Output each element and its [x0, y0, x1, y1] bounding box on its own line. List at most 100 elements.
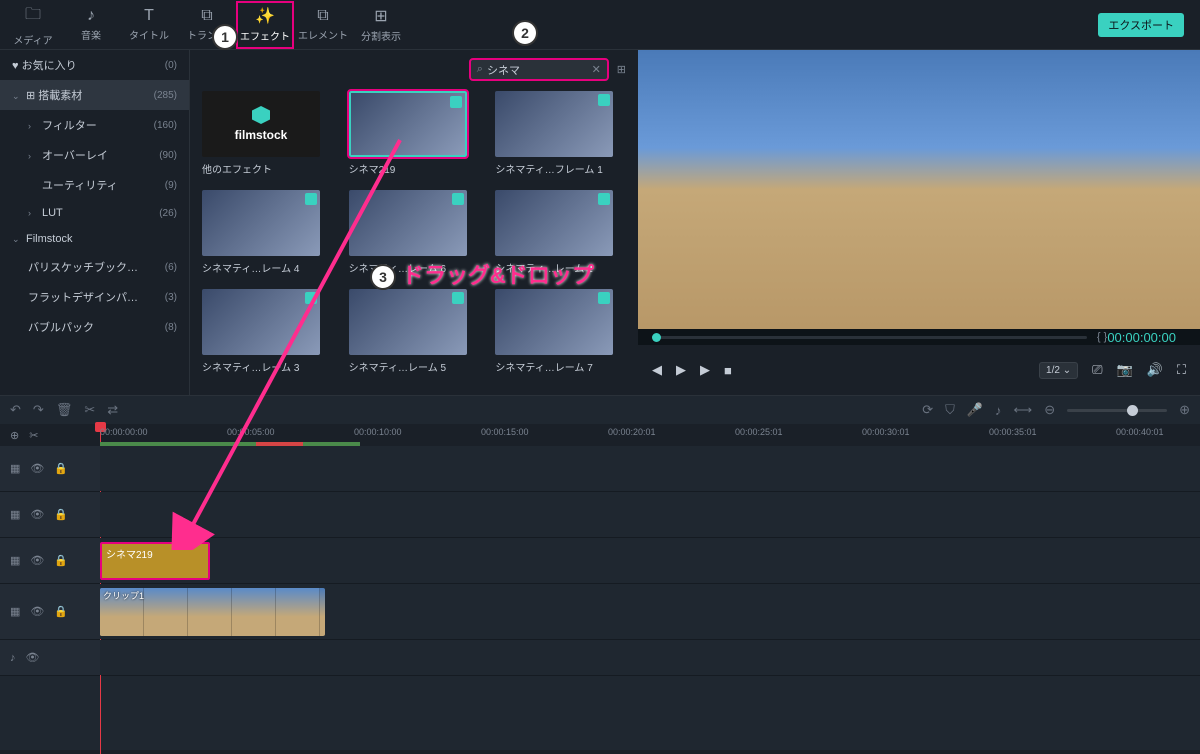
clear-icon[interactable]: ✕: [592, 63, 601, 76]
track-body[interactable]: [100, 640, 1200, 675]
heart-icon: ♥: [12, 60, 22, 72]
ruler-mark: 00:00:00:00: [100, 427, 148, 437]
stop-button[interactable]: ■: [724, 363, 732, 378]
sidebar-item-favorites[interactable]: ♥ お気に入り(0): [0, 50, 189, 80]
playback-thumb[interactable]: [652, 333, 661, 342]
zoom-thumb[interactable]: [1127, 405, 1138, 416]
fullscreen-icon[interactable]: ⛶: [1177, 362, 1186, 378]
mic-icon[interactable]: 🎤: [967, 402, 983, 418]
search-input[interactable]: [487, 64, 592, 76]
video-track-icon: ▦: [10, 605, 20, 618]
count: (285): [154, 90, 177, 101]
text-icon: T: [144, 7, 154, 25]
music-icon[interactable]: ♪: [995, 403, 1002, 418]
tab-label: 音楽: [81, 27, 101, 42]
visibility-icon[interactable]: 👁: [30, 508, 44, 521]
visibility-icon[interactable]: 👁: [30, 554, 44, 567]
camera-icon[interactable]: 📷: [1117, 362, 1133, 378]
volume-icon[interactable]: 🔊: [1147, 362, 1163, 378]
top-toolbar: 🗀メディア ♪音楽 Tタイトル ⧉トラン… ✨エフェクト ⧉エレメント ⊞分割表…: [0, 0, 1200, 50]
count: (0): [165, 60, 177, 71]
track-head: ▦ 👁 🔒: [0, 446, 100, 491]
undo-icon[interactable]: ↶: [10, 402, 21, 418]
zoom-slider[interactable]: [1067, 409, 1167, 412]
lock-icon[interactable]: 🔒: [54, 462, 68, 475]
download-badge-icon: [598, 193, 610, 205]
lock-icon[interactable]: 🔒: [54, 554, 68, 567]
sidebar-label: Filmstock: [26, 233, 72, 245]
ruler-mark: 00:00:25:01: [735, 427, 783, 437]
track-head: ▦👁🔒: [0, 538, 100, 583]
redo-icon[interactable]: ↷: [33, 402, 44, 418]
tab-effects[interactable]: ✨ エフェクト: [236, 1, 294, 49]
visibility-icon[interactable]: 👁: [30, 605, 44, 618]
grid-view-icon[interactable]: ⊞: [617, 63, 626, 76]
annotation-step-1: 1: [212, 24, 238, 50]
library-thumbnail[interactable]: シネマティ…フレーム 1: [495, 91, 613, 176]
ruler-mark: 00:00:15:00: [481, 427, 529, 437]
sidebar-label: フラットデザインパ…: [28, 289, 138, 305]
search-box[interactable]: ⌕ ✕: [469, 58, 609, 81]
preview-controls: ◀ ▶ ▶ ■ 1/2 ⌄ ⎚ 📷 🔊 ⛶: [638, 345, 1200, 395]
annotation-step-2: 2: [512, 20, 538, 46]
prev-frame-button[interactable]: ◀: [652, 362, 662, 378]
lock-icon[interactable]: 🔒: [54, 508, 68, 521]
library-thumbnail[interactable]: シネマティ…レーム 7: [495, 289, 613, 374]
add-track-icon[interactable]: ⊕: [10, 429, 19, 442]
cut-track-icon[interactable]: ✂: [29, 429, 38, 442]
preview-timecode: 00:00:00:00: [1107, 330, 1176, 345]
download-badge-icon: [452, 193, 464, 205]
sidebar-label: 搭載素材: [38, 90, 82, 102]
tab-element[interactable]: ⧉エレメント: [294, 1, 352, 49]
export-button[interactable]: エクスポート: [1098, 13, 1184, 37]
playback-track[interactable]: [652, 336, 1087, 339]
sidebar-item-builtin[interactable]: ⌄⊞ 搭載素材(285): [0, 80, 189, 110]
track-body[interactable]: クリップ1: [100, 584, 1200, 639]
effects-icon: ✨: [255, 6, 275, 26]
cut-icon[interactable]: ✂: [84, 402, 95, 418]
chevron-down-icon: ⌄: [12, 234, 22, 245]
zoom-out-icon[interactable]: ⊖: [1044, 402, 1055, 418]
track-4: ▦ 👁 🔒 クリップ1: [0, 584, 1200, 640]
sidebar-label: バブルパック: [28, 319, 94, 335]
zoom-select[interactable]: 1/2 ⌄: [1039, 362, 1078, 379]
grid-icon: ⊞: [26, 90, 38, 102]
tab-music[interactable]: ♪ 音楽: [62, 1, 120, 49]
annotation-step-3: 3: [370, 264, 396, 290]
shield-icon[interactable]: ⛉: [945, 402, 955, 418]
playback-bar[interactable]: { } 00:00:00:00: [638, 329, 1200, 345]
render-icon[interactable]: ⟳: [922, 402, 933, 418]
clip-label: クリップ1: [103, 589, 144, 602]
export-frame-icon[interactable]: ⎚: [1092, 362, 1102, 378]
visibility-icon[interactable]: 👁: [26, 651, 40, 664]
ruler-mark: 00:00:35:01: [989, 427, 1037, 437]
tab-label: エレメント: [298, 27, 348, 42]
track-head-spacer: ⊕ ✂: [0, 424, 100, 446]
thumbnail-name: シネマティ…フレーム 1: [495, 161, 613, 176]
folder-icon: 🗀: [25, 3, 41, 30]
fit-icon[interactable]: ⟷: [1014, 402, 1033, 418]
adjust-icon[interactable]: ⇄: [107, 402, 118, 418]
track-audio: ♪👁: [0, 640, 1200, 676]
music-icon: ♪: [87, 7, 95, 25]
play-button[interactable]: ▶: [676, 362, 686, 378]
next-button[interactable]: ▶: [700, 362, 710, 378]
tab-label: メディア: [13, 32, 52, 47]
video-clip[interactable]: クリップ1: [100, 588, 325, 636]
preview-video[interactable]: [638, 50, 1200, 329]
download-badge-icon: [450, 96, 462, 108]
sidebar-label: ユーティリティ: [42, 180, 118, 192]
tab-label: エフェクト: [240, 28, 290, 43]
lock-icon[interactable]: 🔒: [54, 605, 68, 618]
tab-media[interactable]: 🗀 メディア: [4, 1, 62, 49]
video-track-icon: ▦: [10, 462, 20, 475]
visibility-icon[interactable]: 👁: [30, 462, 44, 475]
delete-icon[interactable]: 🗑: [56, 402, 73, 418]
zoom-in-icon[interactable]: ⊕: [1179, 402, 1190, 418]
sidebar-label: オーバーレイ: [42, 150, 108, 162]
tab-title[interactable]: Tタイトル: [120, 1, 178, 49]
sidebar-label: フィルター: [42, 120, 97, 132]
thumbnail-name: シネマティ…レーム 7: [495, 359, 613, 374]
tab-split[interactable]: ⊞分割表示: [352, 1, 410, 49]
tab-label: 分割表示: [361, 28, 401, 43]
